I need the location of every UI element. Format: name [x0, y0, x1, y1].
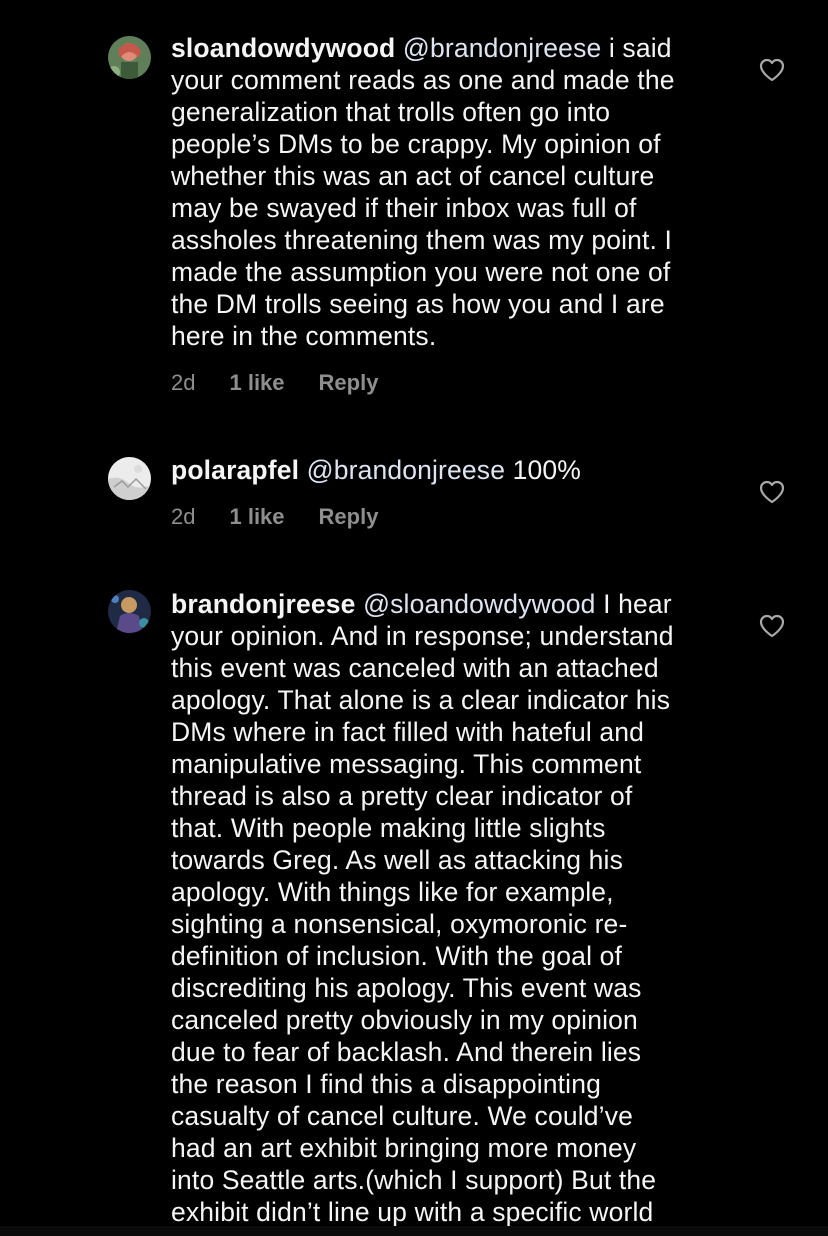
- comment-text: brandonjreese @sloandowdywood I hear you…: [171, 588, 731, 1228]
- comment-line: sighting a nonsensical, oxymoronic re-: [171, 909, 628, 939]
- comment-line: canceled pretty obviously in my opinion: [171, 1005, 638, 1035]
- comment-line: your comment reads as one and made the: [171, 65, 675, 95]
- comment-line: towards Greg. As well as attacking his: [171, 845, 623, 875]
- timestamp: 2d: [171, 370, 196, 395]
- comment-line: the reason I find this a disappointing: [171, 1069, 601, 1099]
- comment-line: your opinion. And in response; understan…: [171, 621, 674, 651]
- mention-link[interactable]: @brandonjreese: [307, 455, 505, 485]
- heart-outline-icon[interactable]: [759, 614, 785, 638]
- comment-line: exhibit didn’t line up with a specific w…: [171, 1197, 654, 1227]
- username[interactable]: polarapfel: [171, 455, 299, 485]
- comment-line: discrediting his apology. This event was: [171, 973, 642, 1003]
- reply-button[interactable]: Reply: [319, 504, 379, 530]
- heart-outline-icon[interactable]: [759, 58, 785, 82]
- avatar[interactable]: [108, 457, 151, 500]
- comment-text: polarapfel @brandonjreese 100%: [171, 454, 731, 486]
- comment-line: into Seattle arts.(which I support) But …: [171, 1165, 657, 1195]
- like-count[interactable]: 1 like: [229, 504, 284, 530]
- comment-text-first-line: I hear: [595, 589, 672, 619]
- avatar[interactable]: [108, 36, 151, 79]
- reply-button[interactable]: Reply: [319, 370, 379, 396]
- comment-line: definition of inclusion. With the goal o…: [171, 941, 623, 971]
- avatar[interactable]: [108, 590, 151, 633]
- comment-text: sloandowdywood @brandonjreese i said you…: [171, 32, 731, 352]
- comment-line: DMs where in fact filled with hateful an…: [171, 717, 645, 747]
- comment-meta: 2d 1 like Reply: [171, 504, 378, 530]
- comment-text-first-line: i said: [601, 33, 672, 63]
- comment-line: made the assumption you were not one of: [171, 257, 671, 287]
- comment-line: the DM trolls seeing as how you and I ar…: [171, 289, 665, 319]
- comment-line: here in the comments.: [171, 321, 437, 351]
- comment-line: casualty of cancel culture. We could’ve: [171, 1101, 633, 1131]
- comment-line: manipulative messaging. This comment: [171, 749, 642, 779]
- comment-meta: 2d 1 like Reply: [171, 370, 378, 396]
- mention-link[interactable]: @brandonjreese: [403, 33, 601, 63]
- comment-line: whether this was an act of cancel cultur…: [171, 161, 655, 191]
- username[interactable]: brandonjreese: [171, 589, 356, 619]
- comment-line: generalization that trolls often go into: [171, 97, 611, 127]
- comment-line: apology. That alone is a clear indicator…: [171, 685, 671, 715]
- comment-line: had an art exhibit bringing more money: [171, 1133, 637, 1163]
- comment-text-first-line: 100%: [505, 455, 581, 485]
- comment-line: thread is also a pretty clear indicator …: [171, 781, 633, 811]
- timestamp: 2d: [171, 504, 196, 529]
- comment-line: may be swayed if their inbox was full of: [171, 193, 637, 223]
- comment-line: assholes threatening them was my point. …: [171, 225, 673, 255]
- mention-link[interactable]: @sloandowdywood: [363, 589, 595, 619]
- comment-line: that. With people making little slights: [171, 813, 606, 843]
- screen-bottom-edge: [0, 1226, 828, 1236]
- comment-line: apology. With things like for example,: [171, 877, 614, 907]
- comment-line: people’s DMs to be crappy. My opinion of: [171, 129, 661, 159]
- like-count[interactable]: 1 like: [229, 370, 284, 396]
- username[interactable]: sloandowdywood: [171, 33, 395, 63]
- comment-line: due to fear of backlash. And therein lie…: [171, 1037, 642, 1067]
- heart-outline-icon[interactable]: [759, 480, 785, 504]
- comment-line: this event was canceled with an attached: [171, 653, 659, 683]
